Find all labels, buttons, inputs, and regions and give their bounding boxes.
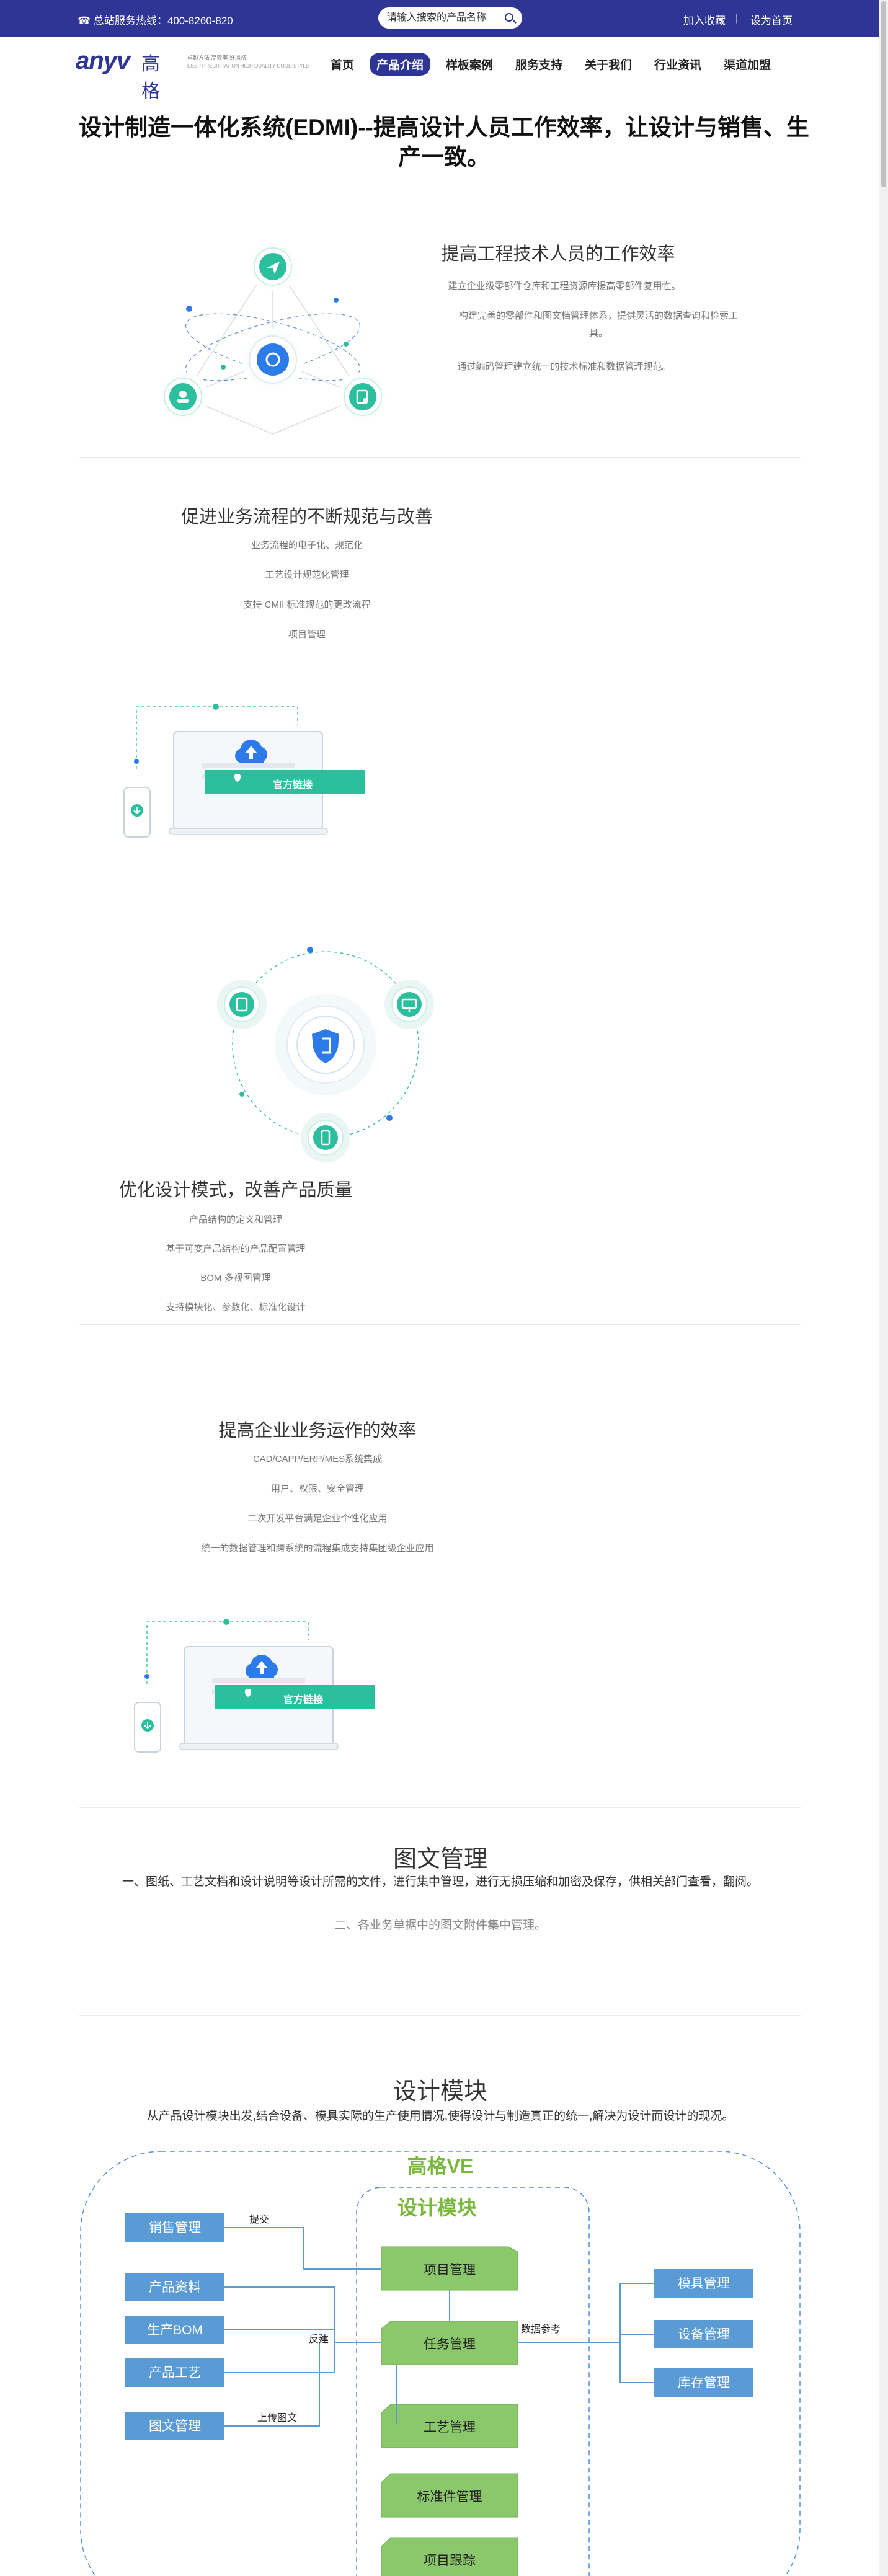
- section5-line1: 一、图纸、工艺文档和设计说明等设计所需的文件，进行集中管理，进行无损压缩和加密及…: [122, 1875, 758, 1888]
- search-placeholder: 请输入搜索的产品名称: [387, 12, 487, 23]
- section1-illustration: [158, 242, 388, 435]
- section1-line: 通过编码管理建立统一的技术标准和数据管理规范。: [457, 361, 672, 372]
- edge-label: 提交: [249, 2214, 269, 2225]
- main-nav: 首页 产品介绍 样板案例 服务支持 关于我们 行业资讯 渠道加盟: [324, 53, 786, 76]
- edge-line: [224, 2286, 381, 2343]
- divider: [79, 1807, 801, 1808]
- center-module-label: 标准件管理: [417, 2490, 482, 2504]
- center-module-label: 任务管理: [424, 2337, 476, 2352]
- center-module-label: 项目管理: [424, 2263, 476, 2277]
- set-home-link[interactable]: 设为首页: [750, 12, 793, 27]
- nav-item-3[interactable]: 服务支持: [508, 53, 569, 76]
- section2-line: 支持 CMII 标准规范的更改流程: [243, 600, 371, 610]
- page-title: 设计制造一体化系统(EDMI)--提高设计人员工作效率，让设计与销售、生产一致。: [79, 115, 809, 170]
- outer-title: 高格VE: [407, 2155, 474, 2177]
- scrollbar[interactable]: [879, 0, 888, 2576]
- left-module-label: 产品工艺: [149, 2366, 201, 2380]
- nav-item-2[interactable]: 样板案例: [439, 53, 500, 76]
- section4-heading: 提高企业业务运作的效率: [218, 1421, 417, 1441]
- right-module-label: 模具管理: [678, 2277, 730, 2291]
- official-link-label: 官方链接: [273, 780, 313, 790]
- official-link-button[interactable]: 官方链接: [205, 770, 365, 794]
- search-icon[interactable]: [505, 13, 513, 22]
- official-link-button[interactable]: 官方链接: [215, 1685, 375, 1709]
- edge-line: [224, 2342, 335, 2373]
- right-module-label: 库存管理: [678, 2376, 730, 2390]
- section4-line: CAD/CAPP/ERP/MES系统集成: [252, 1454, 383, 1464]
- inner-title: 设计模块: [397, 2197, 477, 2219]
- hotline-text: ☎ 总站服务热线：400-8260-820: [78, 15, 233, 27]
- logo-slogan: 卓越方法 高效率 好风格: [187, 55, 247, 61]
- section3-line: 产品结构的定义和管理: [189, 1215, 282, 1225]
- section3-line: 基于可变产品结构的产品配置管理: [166, 1244, 306, 1254]
- logo-slogan-en: DEEP PRECITITATION HIGH QUALITY GOOD STY…: [187, 63, 309, 69]
- center-module-label: 工艺管理: [424, 2420, 476, 2435]
- top-bar: ☎ 总站服务热线：400-8260-820 请输入搜索的产品名称 加入收藏 | …: [0, 0, 888, 37]
- nav-item-1[interactable]: 产品介绍: [370, 53, 431, 76]
- center-module-label: 项目跟踪: [424, 2554, 476, 2568]
- nav-item-0[interactable]: 首页: [324, 53, 361, 76]
- section2-heading: 促进业务流程的不断规范与改善: [180, 507, 433, 527]
- scrollbar-thumb[interactable]: [881, 1, 886, 187]
- search-input[interactable]: 请输入搜索的产品名称: [378, 7, 522, 29]
- edge-label: 上传图文: [257, 2412, 297, 2423]
- section4-line: 统一的数据管理和跨系统的流程集成支持集团级企业应用: [201, 1543, 434, 1554]
- nav-item-5[interactable]: 行业资讯: [647, 53, 708, 76]
- left-module-label: 生产BOM: [147, 2323, 203, 2337]
- section3-heading: 优化设计模式，改善产品质量: [118, 1180, 353, 1200]
- section5-heading: 图文管理: [393, 1846, 487, 1872]
- section3-line: BOM 多视图管理: [200, 1273, 271, 1283]
- section1-heading: 提高工程技术人员的工作效率: [441, 244, 675, 264]
- logo-cn: 高格: [141, 54, 160, 102]
- section1-line: 建立企业级零部件仓库和工程资源库提高零部件复用性。: [448, 281, 681, 291]
- official-link-label: 官方链接: [283, 1695, 324, 1706]
- divider: [79, 457, 801, 458]
- section4-line: 用户、权限、安全管理: [270, 1484, 364, 1494]
- edge-label: 反建: [309, 2334, 329, 2345]
- nav-item-6[interactable]: 渠道加盟: [717, 53, 778, 76]
- edge-label: 数据参考: [521, 2324, 561, 2335]
- section6-heading: 设计模块: [393, 2079, 487, 2105]
- inner-boundary: [356, 2187, 590, 2576]
- right-module-label: 设备管理: [678, 2327, 730, 2342]
- logo-en: anyv: [76, 47, 130, 74]
- edge-line: [224, 2227, 381, 2270]
- left-module-label: 图文管理: [149, 2419, 201, 2433]
- header: anyv 高格 卓越方法 高效率 好风格 DEEP PRECITITATION …: [0, 37, 888, 102]
- add-favorite-link[interactable]: 加入收藏: [683, 12, 726, 27]
- left-module-label: 销售管理: [149, 2221, 201, 2235]
- section5-line2: 二、各业务单据中的图文附件集中管理。: [334, 1919, 546, 1932]
- section2-line: 工艺设计规范化管理: [265, 570, 349, 580]
- design-module-diagram: 高格VE 设计模块销售管理产品资料生产BOM 产品工艺图文管理 项目管理任务管理工艺管…: [80, 2151, 801, 2576]
- section4-line: 二次开发平台满足企业个性化应用: [247, 1513, 388, 1524]
- left-module-label: 产品资料: [149, 2280, 201, 2295]
- section6-subtitle: 从产品设计模块出发,结合设备、模具实际的生产使用情况,使得设计与制造真正的统一,…: [146, 2110, 734, 2123]
- section1-line: 构建完善的零部件和图文档管理体系，提供灵活的数据查询和检索工具。: [458, 311, 738, 339]
- nav-item-4[interactable]: 关于我们: [578, 53, 639, 76]
- section3-line: 支持模块化、参数化、标准化设计: [166, 1302, 306, 1312]
- divider: [79, 2015, 801, 2016]
- separator: |: [735, 12, 739, 24]
- section3-illustration: [217, 947, 434, 1162]
- section2-line: 项目管理: [288, 629, 326, 640]
- section2-line: 业务流程的电子化、规范化: [251, 540, 363, 551]
- divider: [79, 1324, 801, 1325]
